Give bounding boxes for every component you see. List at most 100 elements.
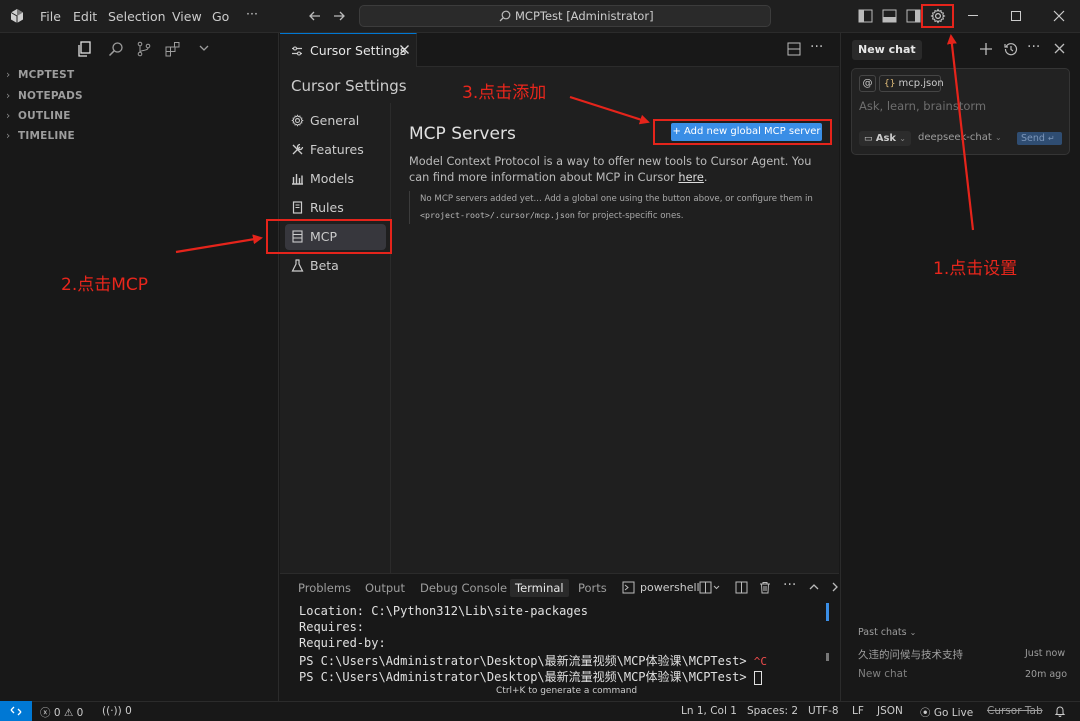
terminal-scrollbar[interactable]: [826, 603, 829, 621]
panel-tab-terminal[interactable]: Terminal: [510, 579, 569, 597]
cursor-logo-icon: [9, 8, 25, 24]
annotation-step1: 1.点击设置: [933, 259, 1018, 279]
chevron-right-icon[interactable]: [832, 581, 839, 593]
past-chat-time: 20m ago: [1025, 669, 1068, 680]
nav-features[interactable]: Features: [285, 137, 386, 163]
mcp-description: Model Context Protocol is a way to offer…: [409, 155, 812, 184]
send-button[interactable]: Send ↵: [1017, 132, 1062, 145]
menu-more[interactable]: ···: [246, 6, 258, 21]
model-selector[interactable]: deepseek-chat ⌄: [918, 132, 1002, 143]
problems-status[interactable]: ⓧ 0 ⚠ 0: [40, 705, 83, 720]
chat-more-icon[interactable]: ···: [1027, 39, 1040, 55]
end-of-line[interactable]: LF: [852, 705, 864, 717]
split-terminal-icon[interactable]: [699, 581, 721, 594]
settings-page-title: Cursor Settings: [291, 77, 407, 95]
nav-rules[interactable]: Rules: [285, 195, 386, 221]
trash-icon[interactable]: [759, 581, 771, 594]
nav-models-label: Models: [310, 171, 355, 186]
section-mcptest[interactable]: › MCPTEST: [6, 69, 74, 81]
context-file-chip[interactable]: {} mcp.json: [879, 75, 944, 92]
search-view-icon[interactable]: [108, 41, 124, 57]
mcp-config-path: <project-root>/.cursor/mcp.json: [420, 210, 575, 220]
mcp-empty-note: No MCP servers added yet... Add a global…: [409, 191, 829, 224]
menu-edit[interactable]: Edit: [73, 9, 97, 24]
past-chat-time: Just now: [1025, 648, 1066, 659]
forward-arrow-icon[interactable]: [332, 9, 346, 23]
panel-tab-ports[interactable]: Ports: [578, 581, 607, 595]
panel-tab-debug-console[interactable]: Debug Console: [420, 581, 507, 595]
command-center-search[interactable]: MCPTest [Administrator]: [359, 5, 771, 27]
nav-beta[interactable]: Beta: [285, 253, 386, 279]
mode-selector[interactable]: ▭ Ask ⌄: [859, 131, 911, 146]
extensions-icon[interactable]: [165, 41, 181, 57]
indentation[interactable]: Spaces: 2: [747, 705, 798, 717]
chat-bubble-icon: ▭: [864, 134, 873, 144]
chevron-down-icon[interactable]: [198, 43, 210, 53]
plus-icon[interactable]: [979, 42, 993, 56]
cursor-tab-status[interactable]: Cursor Tab: [987, 705, 1043, 717]
terminal-icon: [622, 581, 635, 594]
bar-chart-icon: [291, 172, 304, 185]
nav-general[interactable]: General: [285, 108, 386, 134]
cursor-position[interactable]: Ln 1, Col 1: [681, 705, 737, 717]
menu-file[interactable]: File: [40, 9, 61, 24]
add-context-button[interactable]: @: [859, 75, 876, 92]
past-chats-toggle[interactable]: Past chats ⌄: [858, 627, 916, 638]
tab-cursor-settings[interactable]: Cursor Settings: [280, 33, 417, 67]
editor-more-icon[interactable]: ···: [810, 39, 823, 55]
terminal-layout-icon[interactable]: [735, 581, 748, 594]
close-chat-icon[interactable]: [1054, 43, 1065, 54]
source-control-icon[interactable]: [136, 41, 152, 57]
encoding[interactable]: UTF-8: [808, 705, 839, 717]
split-editor-icon[interactable]: [787, 42, 801, 56]
terminal-line: Requires:: [299, 620, 365, 634]
close-window-icon[interactable]: [1053, 10, 1065, 22]
menu-selection[interactable]: Selection: [108, 9, 166, 24]
section-timeline[interactable]: › TIMELINE: [6, 130, 75, 142]
section-notepads[interactable]: › NOTEPADS: [6, 90, 83, 102]
panel-more-icon[interactable]: ···: [783, 577, 796, 593]
section-outline[interactable]: › OUTLINE: [6, 110, 71, 122]
back-arrow-icon[interactable]: [308, 9, 322, 23]
go-live-button[interactable]: ⦿ Go Live: [920, 705, 973, 720]
maximize-icon[interactable]: [1011, 11, 1021, 21]
gear-icon: [291, 114, 304, 127]
menu-view[interactable]: View: [172, 9, 202, 24]
maximize-panel-icon[interactable]: [808, 582, 820, 592]
past-chat-title[interactable]: New chat: [858, 668, 907, 680]
language-mode[interactable]: JSON: [877, 705, 903, 717]
minimize-icon[interactable]: [968, 15, 978, 16]
menu-go[interactable]: Go: [212, 9, 229, 24]
toggle-panel-icon[interactable]: [882, 9, 897, 23]
terminal-line: PS C:\Users\Administrator\Desktop\最新流量视频…: [299, 654, 768, 668]
annotation-box-settings: [921, 4, 954, 28]
past-chat-title[interactable]: 久违的问候与技术支持: [858, 647, 963, 662]
mcp-servers-heading: MCP Servers: [409, 124, 516, 144]
settings-sliders-icon: [291, 45, 303, 57]
bell-icon[interactable]: [1054, 705, 1066, 717]
broadcast-icon: ((·)): [102, 705, 122, 717]
close-tab-icon[interactable]: [399, 44, 410, 55]
annotation-box-mcp: [266, 219, 392, 254]
terminal-scroll-marker: [826, 653, 829, 661]
toggle-secondary-sidebar-icon[interactable]: [906, 9, 921, 23]
remote-indicator[interactable]: [0, 701, 32, 721]
panel-tab-problems[interactable]: Problems: [298, 581, 351, 595]
tools-icon: [291, 143, 304, 156]
panel-tab-output[interactable]: Output: [365, 581, 405, 595]
explorer-files-icon[interactable]: [76, 41, 92, 57]
ports-status[interactable]: ((·)) 0: [102, 705, 132, 717]
window-title: MCPTest [Administrator]: [515, 9, 654, 23]
toggle-primary-sidebar-icon[interactable]: [858, 9, 873, 23]
annotation-step2: 2.点击MCP: [61, 275, 149, 295]
flask-icon: [291, 259, 304, 272]
history-icon[interactable]: [1004, 42, 1018, 56]
search-icon: [499, 10, 511, 22]
tab-new-chat[interactable]: New chat: [852, 40, 922, 60]
chat-placeholder[interactable]: Ask, learn, brainstorm: [859, 99, 986, 113]
mcp-docs-link[interactable]: here: [678, 171, 703, 184]
radio-tower-icon: ⦿: [920, 707, 931, 719]
tab-label: Cursor Settings: [310, 43, 407, 58]
terminal-shell-name[interactable]: powershell: [640, 581, 700, 594]
nav-models[interactable]: Models: [285, 166, 386, 192]
